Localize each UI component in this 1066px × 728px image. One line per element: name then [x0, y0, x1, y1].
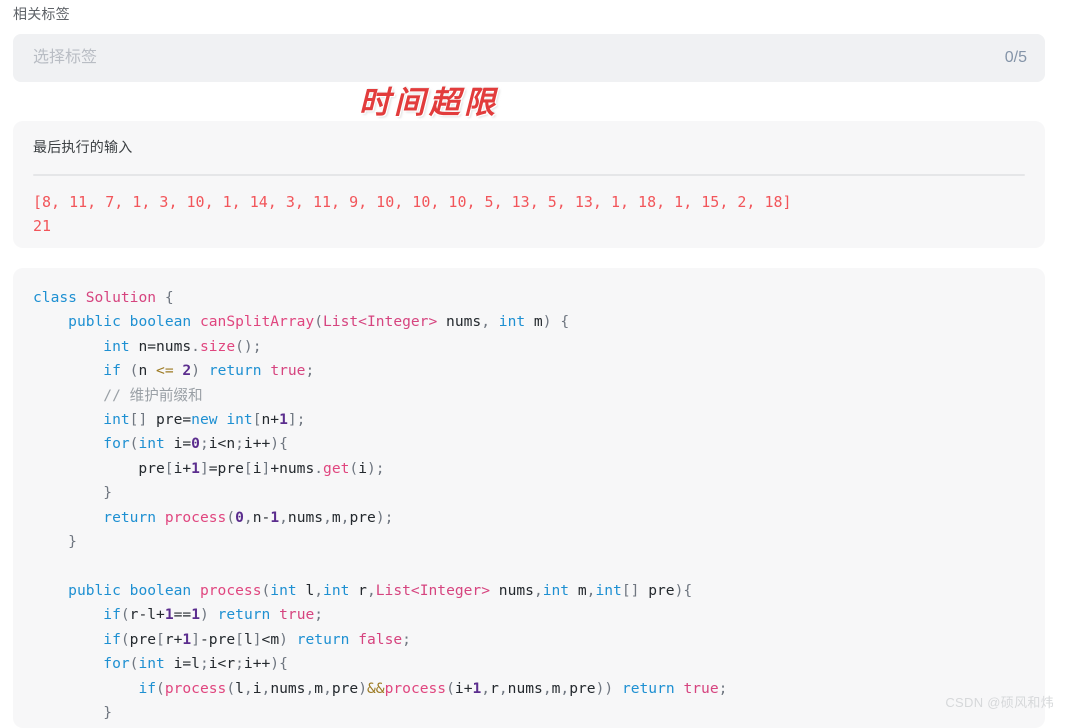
tag-select-placeholder: 选择标签 [33, 49, 98, 66]
card-divider [33, 174, 1025, 176]
verdict-banner: 时间超限 [359, 85, 499, 121]
tag-count-badge: 0/5 [1004, 49, 1027, 66]
related-tags-label: 相关标签 [13, 6, 70, 22]
last-input-card: 最后执行的输入 [8, 11, 7, 1, 3, 10, 1, 14, 3, 1… [13, 121, 1045, 248]
last-input-title: 最后执行的输入 [33, 139, 133, 155]
tag-select-field[interactable]: 选择标签 0/5 [13, 34, 1045, 82]
csdn-watermark: CSDN @硕风和炜 [945, 695, 1054, 710]
last-input-value: [8, 11, 7, 1, 3, 10, 1, 14, 3, 11, 9, 10… [33, 193, 792, 235]
source-code-block[interactable]: class Solution { public boolean canSplit… [33, 286, 1025, 725]
source-code-card[interactable]: class Solution { public boolean canSplit… [13, 268, 1045, 728]
